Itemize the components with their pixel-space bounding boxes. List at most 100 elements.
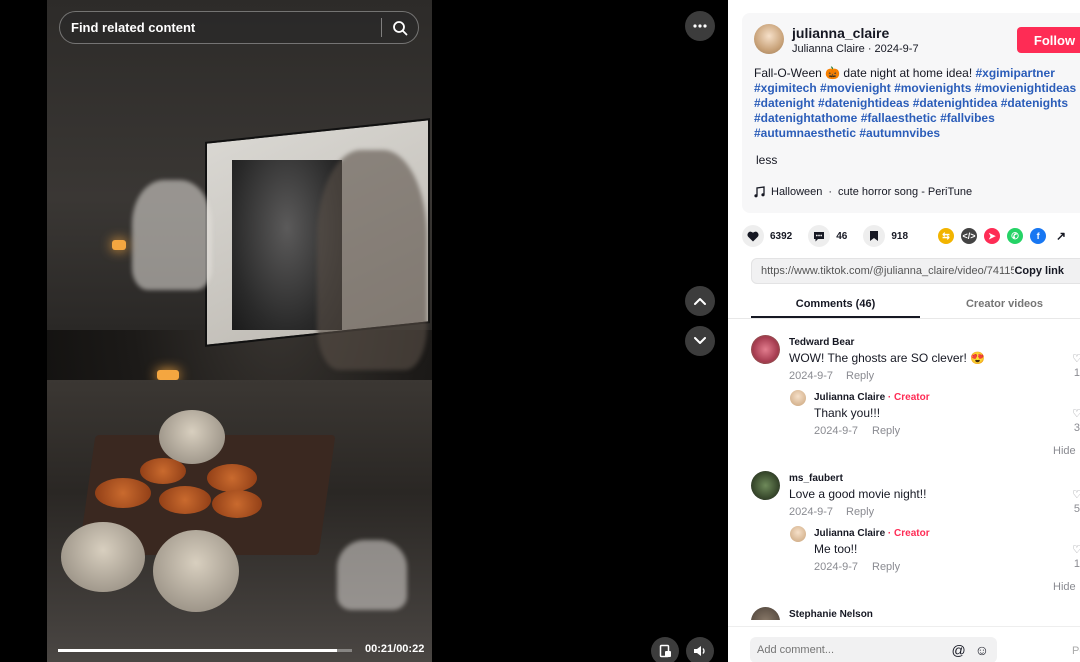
save-action[interactable]: 918: [863, 225, 908, 247]
comment-like[interactable]: ♡ 1: [1072, 352, 1080, 380]
facebook-icon[interactable]: f: [1030, 228, 1047, 244]
hashtag-link[interactable]: #xgimitech: [754, 81, 817, 95]
video-scene-bowl: [159, 486, 211, 514]
comment-like[interactable]: ♡ 5: [1072, 488, 1080, 516]
less-button[interactable]: less: [756, 153, 777, 167]
hashtag-link[interactable]: #fallaesthetic: [861, 111, 937, 125]
video-scene-ghost: [317, 150, 427, 370]
reply-username[interactable]: Julianna Claire · Creator: [814, 528, 930, 539]
reply-avatar[interactable]: [790, 526, 806, 542]
heart-icon[interactable]: [742, 225, 764, 247]
copy-link-button[interactable]: Copy link: [1014, 265, 1080, 277]
hashtag-link[interactable]: #movienight: [820, 81, 891, 95]
reply-button[interactable]: Reply: [846, 506, 874, 518]
video-scene-bowl: [212, 490, 262, 518]
reply-button[interactable]: Reply: [846, 370, 874, 382]
video-time-label: 00:21/00:22: [365, 643, 425, 655]
bookmark-icon[interactable]: [863, 225, 886, 247]
video-scene-bowl: [140, 458, 186, 484]
reply-button[interactable]: Reply: [872, 561, 900, 573]
whatsapp-icon[interactable]: ✆: [1007, 228, 1024, 244]
more-options-icon[interactable]: [685, 11, 715, 41]
heart-outline-icon[interactable]: ♡: [1072, 544, 1080, 556]
video-scene-jar: [159, 410, 225, 464]
comment-username[interactable]: Stephanie Nelson: [789, 609, 873, 620]
video-progress-fill: [58, 649, 338, 652]
hashtag-link[interactable]: #autumnvibes: [859, 126, 940, 140]
reply-text: Me too!!: [814, 542, 858, 556]
video-scene-candle: [112, 240, 126, 250]
creator-badge: · Creator: [887, 392, 930, 403]
video-scene-bowl: [95, 478, 151, 508]
heart-outline-icon[interactable]: ♡: [1072, 353, 1080, 365]
previous-video-chevron-up-icon[interactable]: [685, 286, 715, 316]
comment-bubble-icon[interactable]: [808, 225, 831, 247]
mention-icon[interactable]: @: [951, 642, 965, 658]
comment-avatar[interactable]: [751, 607, 780, 620]
comment-username[interactable]: Tedward Bear: [789, 337, 854, 348]
search-input[interactable]: Find related content: [60, 20, 381, 35]
music-info[interactable]: Halloween · cute horror song - PeriTune: [754, 186, 972, 198]
repost-icon[interactable]: ⇆: [938, 228, 955, 244]
tab-divider: [728, 318, 1080, 319]
hashtag-link[interactable]: #datenightideas: [818, 96, 909, 110]
like-action[interactable]: 6392: [742, 225, 792, 247]
search-icon[interactable]: [382, 11, 418, 44]
music-track: cute horror song - PeriTune: [838, 186, 973, 198]
volume-icon[interactable]: [686, 637, 714, 662]
comment-date: 2024-9-7: [789, 370, 834, 382]
video-player-area[interactable]: Find related content 00:21/00:22: [0, 0, 728, 662]
send-to-friends-icon[interactable]: ➤: [984, 228, 1001, 244]
heart-outline-icon[interactable]: ♡: [1072, 489, 1080, 501]
floating-player-icon[interactable]: [651, 637, 679, 662]
follow-button[interactable]: Follow: [1017, 27, 1080, 53]
reply-avatar[interactable]: [790, 390, 806, 406]
description-intro: Fall-O-Ween 🎃 date night at home idea!: [754, 66, 976, 80]
music-separator: ·: [828, 186, 833, 198]
hide-replies-button[interactable]: Hide: [1053, 445, 1076, 457]
search-bar[interactable]: Find related content: [59, 11, 419, 44]
video-scene-bowl: [207, 464, 257, 492]
hashtag-link[interactable]: #datenight: [754, 96, 815, 110]
reply-like[interactable]: ♡ 1: [1072, 543, 1080, 571]
video-progress-bar[interactable]: [58, 649, 352, 652]
hashtag-link[interactable]: #datenightidea: [913, 96, 998, 110]
comment-like-count: 5: [1073, 503, 1080, 515]
reply-button[interactable]: Reply: [872, 425, 900, 437]
video-frame[interactable]: [47, 0, 432, 662]
reply-username[interactable]: Julianna Claire · Creator: [814, 392, 930, 403]
hide-replies-button[interactable]: Hide: [1053, 581, 1076, 593]
hashtag-link[interactable]: #autumnaesthetic: [754, 126, 856, 140]
reply-text: Thank you!!!: [814, 406, 881, 420]
author-avatar[interactable]: [754, 24, 784, 54]
hashtag-link[interactable]: #xgimipartner: [976, 66, 1055, 80]
hashtag-link[interactable]: #movienights: [894, 81, 971, 95]
comment-text: WOW! The ghosts are SO clever! 😍: [789, 351, 986, 365]
comment-input[interactable]: Add comment...: [750, 644, 951, 656]
share-arrow-icon[interactable]: ↗: [1053, 228, 1069, 244]
post-button[interactable]: Po: [1072, 645, 1080, 657]
video-url[interactable]: https://www.tiktok.com/@julianna_claire/…: [752, 265, 1014, 277]
comment-avatar[interactable]: [751, 471, 780, 500]
video-scene-candle: [157, 370, 179, 380]
reply-username-text: Julianna Claire: [814, 392, 886, 403]
comment-input-box[interactable]: Add comment... @ ☺: [750, 637, 997, 662]
comment-username[interactable]: ms_faubert: [789, 473, 843, 484]
music-title: Halloween: [771, 186, 823, 198]
emoji-icon[interactable]: ☺: [975, 642, 989, 658]
comment-avatar[interactable]: [751, 335, 780, 364]
author-username[interactable]: julianna_claire: [792, 25, 889, 41]
video-scene-ghost: [132, 180, 212, 290]
heart-outline-icon[interactable]: ♡: [1072, 408, 1080, 420]
comment-action[interactable]: 46: [808, 225, 847, 247]
comment-list: Tedward Bear WOW! The ghosts are SO clev…: [728, 322, 1080, 620]
hashtag-link[interactable]: #movienightideas: [975, 81, 1076, 95]
embed-code-icon[interactable]: </>: [961, 228, 978, 244]
tab-creator-videos[interactable]: Creator videos: [920, 292, 1080, 318]
reply-like[interactable]: ♡ 3: [1072, 407, 1080, 435]
hashtag-link[interactable]: #datenights: [1001, 96, 1068, 110]
tab-comments[interactable]: Comments (46): [751, 292, 920, 318]
hashtag-link[interactable]: #fallvibes: [940, 111, 995, 125]
hashtag-link[interactable]: #datenightathome: [754, 111, 857, 125]
next-video-chevron-down-icon[interactable]: [685, 326, 715, 356]
